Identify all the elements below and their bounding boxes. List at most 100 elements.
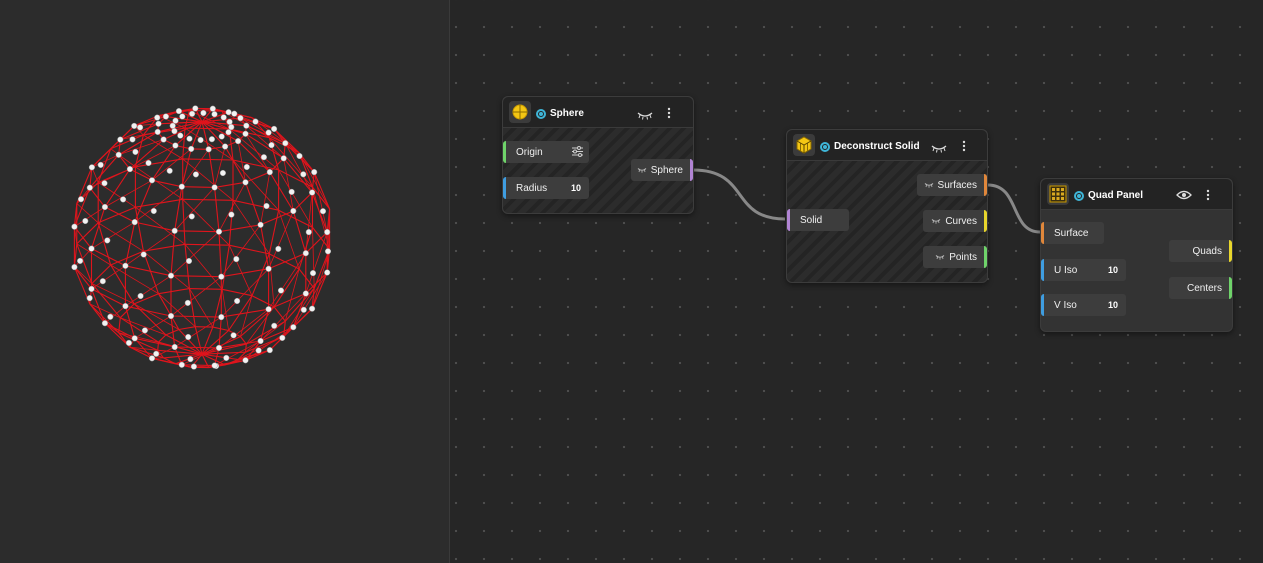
input-port-origin[interactable]: Origin — [503, 141, 589, 163]
deconstruct-solid-node[interactable]: Deconstruct Solid Solid Surfaces Curves — [786, 129, 988, 283]
vertex-point — [150, 207, 157, 215]
port-value[interactable]: 10 — [571, 183, 581, 193]
vertex-point — [97, 161, 104, 168]
mesh-edge — [218, 182, 246, 232]
vertex-point — [185, 257, 193, 265]
eye-closed-icon[interactable] — [637, 107, 653, 125]
vertex-point — [226, 118, 233, 125]
vertex-point — [288, 188, 295, 195]
mesh-edge — [89, 303, 106, 324]
vertex-point — [205, 146, 212, 153]
mesh-edge — [125, 305, 172, 317]
vertex-point — [167, 312, 175, 320]
eye-open-icon[interactable] — [1176, 188, 1192, 206]
status-indicator-icon[interactable] — [820, 142, 830, 152]
eye-closed-icon[interactable] — [935, 252, 945, 263]
vertex-point — [77, 196, 85, 203]
vertex-point — [154, 114, 161, 121]
mesh-edge — [232, 159, 279, 211]
input-port-surface[interactable]: Surface — [1041, 222, 1104, 244]
sphere-node[interactable]: Sphere Origin Radius 10 Sphere — [502, 96, 694, 214]
input-port-v-iso[interactable]: V Iso 10 — [1041, 294, 1126, 316]
mesh-edge — [292, 210, 307, 254]
port-value[interactable]: 10 — [1108, 265, 1118, 275]
vertex-point — [233, 256, 240, 263]
vertex-point — [188, 145, 195, 152]
mesh-edge — [151, 179, 182, 188]
vertex-point — [215, 228, 223, 235]
vertex-point — [125, 339, 132, 346]
eye-closed-icon[interactable] — [924, 180, 934, 191]
mesh-edge — [218, 231, 222, 277]
mesh-edge — [218, 224, 261, 233]
mesh-edge — [124, 221, 136, 266]
eye-closed-icon[interactable] — [931, 216, 941, 227]
input-port-solid[interactable]: Solid — [787, 209, 849, 231]
vertex-point — [107, 313, 114, 320]
more-menu-icon[interactable] — [667, 106, 671, 124]
port-color-bar — [1041, 222, 1044, 244]
output-port-points[interactable]: Points — [923, 246, 987, 268]
mesh-edge — [104, 305, 126, 324]
vertex-point — [277, 287, 285, 294]
vertex-point — [324, 269, 331, 276]
node-title: Sphere — [550, 108, 584, 119]
mesh-edge — [292, 192, 313, 212]
vertex-point — [242, 130, 249, 137]
vertex-point — [137, 292, 144, 300]
status-indicator-icon[interactable] — [536, 109, 546, 119]
vertex-point — [223, 354, 230, 361]
node-header[interactable]: Quad Panel — [1041, 179, 1232, 210]
mesh-edge — [151, 148, 192, 181]
vertex-point — [171, 227, 178, 234]
port-label: U Iso — [1054, 264, 1078, 276]
node-canvas[interactable]: Sphere Origin Radius 10 Sphere Deconstru… — [450, 0, 1263, 563]
eye-closed-icon[interactable] — [931, 140, 947, 158]
port-value[interactable]: 10 — [1108, 300, 1118, 310]
vertex-point — [290, 324, 297, 331]
output-port-centers[interactable]: Centers — [1169, 277, 1232, 299]
mesh-edge — [184, 243, 230, 246]
vertex-point — [171, 128, 178, 135]
vertex-point — [302, 250, 309, 257]
vertex-point — [178, 361, 185, 368]
more-menu-icon[interactable] — [962, 139, 966, 157]
vertex-point — [197, 136, 204, 144]
status-indicator-icon[interactable] — [1074, 191, 1084, 201]
vertex-point — [148, 355, 156, 362]
mesh-edge — [184, 127, 230, 130]
mesh-edge — [91, 221, 135, 249]
node-header[interactable]: Sphere — [503, 97, 693, 128]
input-port-radius[interactable]: Radius 10 — [503, 177, 589, 199]
port-label: Radius — [516, 182, 548, 194]
more-menu-icon[interactable] — [1206, 188, 1210, 206]
vertex-point — [175, 108, 182, 115]
vertex-point — [126, 166, 133, 173]
mesh-edge — [170, 231, 220, 276]
input-port-u-iso[interactable]: U Iso 10 — [1041, 259, 1126, 281]
vertex-point — [192, 171, 199, 178]
mesh-edge — [214, 187, 220, 232]
vertex-point — [302, 290, 309, 297]
vertex-point — [200, 109, 207, 117]
vertex-point — [177, 132, 184, 139]
output-port-surfaces[interactable]: Surfaces — [917, 174, 987, 196]
sphere-icon — [509, 101, 531, 123]
output-port-sphere[interactable]: Sphere — [631, 159, 693, 181]
quad-panel-node[interactable]: Quad Panel Surface U Iso 10 V Iso 10 Qua… — [1040, 178, 1233, 332]
node-header[interactable]: Deconstruct Solid — [787, 130, 987, 161]
vertex-point — [167, 272, 175, 279]
vertex-point — [219, 169, 226, 177]
vertex-point — [255, 347, 262, 354]
output-port-quads[interactable]: Quads — [1169, 240, 1232, 262]
3d-viewport[interactable] — [0, 0, 450, 563]
vertex-point — [101, 320, 108, 327]
output-port-curves[interactable]: Curves — [923, 210, 987, 232]
vertex-point — [279, 334, 286, 341]
sliders-icon[interactable] — [571, 145, 584, 161]
port-color-bar — [984, 174, 987, 196]
port-color-bar — [1041, 259, 1044, 281]
vertex-point — [235, 138, 242, 145]
vertex-point — [166, 167, 173, 174]
eye-closed-icon[interactable] — [637, 165, 647, 176]
